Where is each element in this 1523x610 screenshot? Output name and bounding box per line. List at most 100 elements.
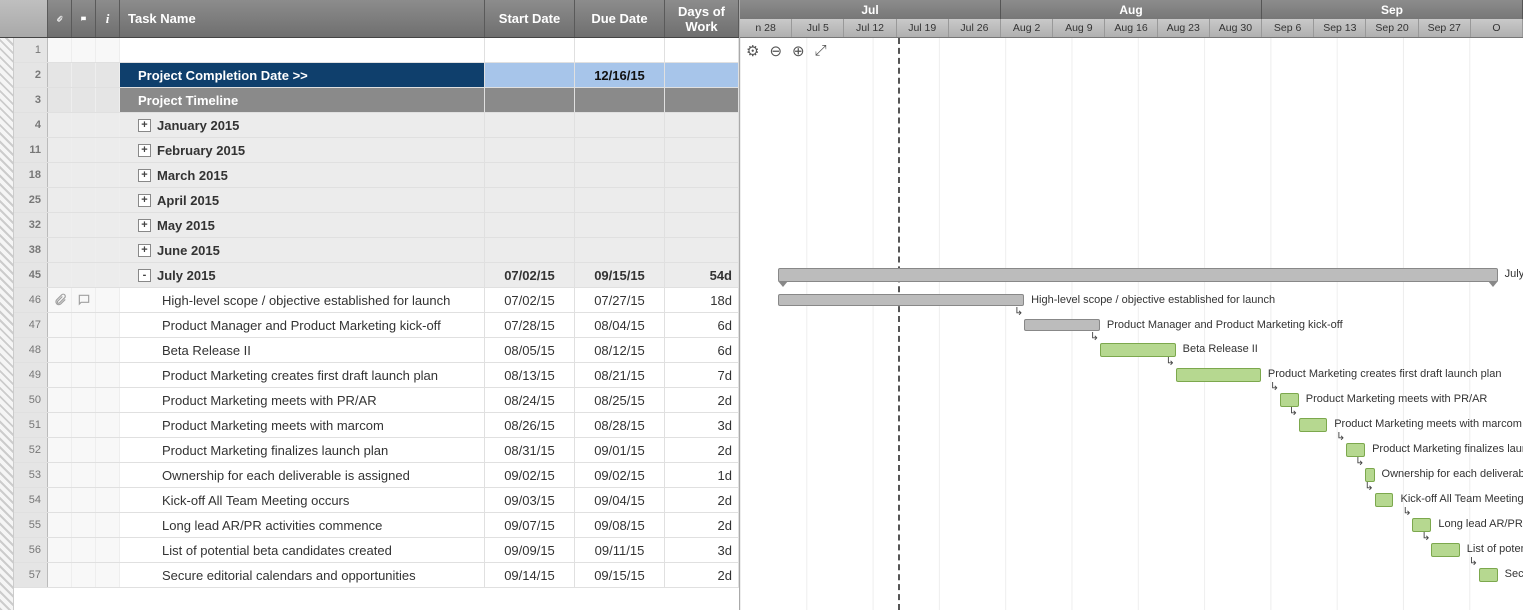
cell-days-of-work[interactable]: 2d: [665, 488, 739, 512]
cell-task-name[interactable]: High-level scope / objective established…: [120, 288, 485, 312]
cell-task-name[interactable]: Secure editorial calendars and opportuni…: [120, 563, 485, 587]
cell-days-of-work[interactable]: [665, 113, 739, 137]
cell-days-of-work[interactable]: [665, 88, 739, 112]
cell-task-name[interactable]: Product Manager and Product Marketing ki…: [120, 313, 485, 337]
table-row[interactable]: 3Project Timeline: [0, 88, 739, 113]
week-label[interactable]: Aug 2: [1001, 19, 1053, 37]
cell-start-date[interactable]: [485, 163, 575, 187]
cell-due-date[interactable]: 09/11/15: [575, 538, 665, 562]
cell-days-of-work[interactable]: 2d: [665, 563, 739, 587]
cell-start-date[interactable]: [485, 238, 575, 262]
cell-task-name[interactable]: Project Timeline: [120, 88, 485, 112]
week-label[interactable]: Sep 6: [1262, 19, 1314, 37]
header-attachment-icon[interactable]: [48, 0, 72, 37]
cell-start-date[interactable]: 08/31/15: [485, 438, 575, 462]
table-row[interactable]: 52Product Marketing finalizes launch pla…: [0, 438, 739, 463]
comment-icon[interactable]: [77, 293, 91, 307]
expand-toggle[interactable]: +: [138, 194, 151, 207]
cell-task-name[interactable]: [120, 38, 485, 62]
cell-due-date[interactable]: [575, 213, 665, 237]
table-row[interactable]: 55Long lead AR/PR activities commence09/…: [0, 513, 739, 538]
cell-start-date[interactable]: [485, 63, 575, 87]
cell-task-name[interactable]: Product Marketing meets with marcom: [120, 413, 485, 437]
week-label[interactable]: Jul 12: [844, 19, 896, 37]
attachment-icon[interactable]: [53, 293, 67, 307]
header-due-date[interactable]: Due Date: [575, 0, 665, 37]
zoom-out-icon[interactable]: ⊖: [769, 42, 782, 60]
gantt-bar[interactable]: High-level scope / objective established…: [778, 294, 1024, 306]
week-label[interactable]: Sep 27: [1419, 19, 1471, 37]
cell-due-date[interactable]: 09/01/15: [575, 438, 665, 462]
cell-start-date[interactable]: [485, 113, 575, 137]
timeline-body[interactable]: ⚙ ⊖ ⊕ ⤢ July 2015High-level scope / obje…: [740, 38, 1523, 610]
cell-days-of-work[interactable]: 6d: [665, 338, 739, 362]
cell-days-of-work[interactable]: 18d: [665, 288, 739, 312]
cell-start-date[interactable]: 07/28/15: [485, 313, 575, 337]
cell-task-name[interactable]: Project Completion Date >>: [120, 63, 485, 87]
expand-toggle[interactable]: +: [138, 169, 151, 182]
cell-start-date[interactable]: 07/02/15: [485, 263, 575, 287]
cell-start-date[interactable]: 09/14/15: [485, 563, 575, 587]
table-row[interactable]: 1: [0, 38, 739, 63]
cell-due-date[interactable]: [575, 163, 665, 187]
table-row[interactable]: 46High-level scope / objective establish…: [0, 288, 739, 313]
cell-task-name[interactable]: +May 2015: [120, 213, 485, 237]
expand-toggle[interactable]: +: [138, 219, 151, 232]
cell-days-of-work[interactable]: 2d: [665, 513, 739, 537]
expand-toggle[interactable]: -: [138, 269, 151, 282]
cell-days-of-work[interactable]: [665, 38, 739, 62]
cell-task-name[interactable]: Beta Release II: [120, 338, 485, 362]
cell-due-date[interactable]: 08/28/15: [575, 413, 665, 437]
expand-toggle[interactable]: +: [138, 244, 151, 257]
week-label[interactable]: Jul 19: [897, 19, 949, 37]
cell-days-of-work[interactable]: [665, 63, 739, 87]
cell-days-of-work[interactable]: [665, 138, 739, 162]
cell-due-date[interactable]: 09/02/15: [575, 463, 665, 487]
gantt-bar[interactable]: July 2015: [778, 268, 1498, 282]
table-row[interactable]: 32+May 2015: [0, 213, 739, 238]
week-label[interactable]: Sep 13: [1314, 19, 1366, 37]
cell-start-date[interactable]: 08/13/15: [485, 363, 575, 387]
table-row[interactable]: 54Kick-off All Team Meeting occurs09/03/…: [0, 488, 739, 513]
cell-days-of-work[interactable]: 6d: [665, 313, 739, 337]
gantt-bar[interactable]: Secure editorial calendars and op: [1479, 568, 1498, 582]
cell-start-date[interactable]: 07/02/15: [485, 288, 575, 312]
cell-due-date[interactable]: [575, 188, 665, 212]
week-label[interactable]: Sep 20: [1366, 19, 1418, 37]
cell-days-of-work[interactable]: [665, 163, 739, 187]
cell-start-date[interactable]: [485, 213, 575, 237]
cell-due-date[interactable]: 08/04/15: [575, 313, 665, 337]
week-label[interactable]: O: [1471, 19, 1523, 37]
cell-days-of-work[interactable]: 7d: [665, 363, 739, 387]
table-row[interactable]: 45-July 201507/02/1509/15/1554d: [0, 263, 739, 288]
table-row[interactable]: 47Product Manager and Product Marketing …: [0, 313, 739, 338]
cell-due-date[interactable]: [575, 138, 665, 162]
cell-task-name[interactable]: +June 2015: [120, 238, 485, 262]
cell-start-date[interactable]: 09/03/15: [485, 488, 575, 512]
gantt-bar[interactable]: Product Manager and Product Marketing ki…: [1024, 319, 1100, 331]
cell-task-name[interactable]: +March 2015: [120, 163, 485, 187]
cell-days-of-work[interactable]: [665, 238, 739, 262]
cell-due-date[interactable]: 08/21/15: [575, 363, 665, 387]
cell-due-date[interactable]: 08/25/15: [575, 388, 665, 412]
table-row[interactable]: 56List of potential beta candidates crea…: [0, 538, 739, 563]
table-row[interactable]: 4+January 2015: [0, 113, 739, 138]
week-label[interactable]: Aug 9: [1053, 19, 1105, 37]
gantt-bar[interactable]: List of potential beta candidates create…: [1431, 543, 1459, 557]
cell-task-name[interactable]: Long lead AR/PR activities commence: [120, 513, 485, 537]
cell-due-date[interactable]: 12/16/15: [575, 63, 665, 87]
gantt-bar[interactable]: Beta Release II: [1100, 343, 1176, 357]
cell-due-date[interactable]: 08/12/15: [575, 338, 665, 362]
cell-due-date[interactable]: 07/27/15: [575, 288, 665, 312]
cell-task-name[interactable]: Product Marketing creates first draft la…: [120, 363, 485, 387]
cell-days-of-work[interactable]: 1d: [665, 463, 739, 487]
zoom-in-icon[interactable]: ⊕: [792, 42, 805, 60]
cell-due-date[interactable]: 09/15/15: [575, 563, 665, 587]
cell-days-of-work[interactable]: 54d: [665, 263, 739, 287]
table-row[interactable]: 53Ownership for each deliverable is assi…: [0, 463, 739, 488]
gantt-bar[interactable]: Product Marketing meets with marcom: [1299, 418, 1327, 432]
table-row[interactable]: 2Project Completion Date >>12/16/15: [0, 63, 739, 88]
cell-task-name[interactable]: Kick-off All Team Meeting occurs: [120, 488, 485, 512]
cell-days-of-work[interactable]: 3d: [665, 413, 739, 437]
cell-due-date[interactable]: 09/08/15: [575, 513, 665, 537]
